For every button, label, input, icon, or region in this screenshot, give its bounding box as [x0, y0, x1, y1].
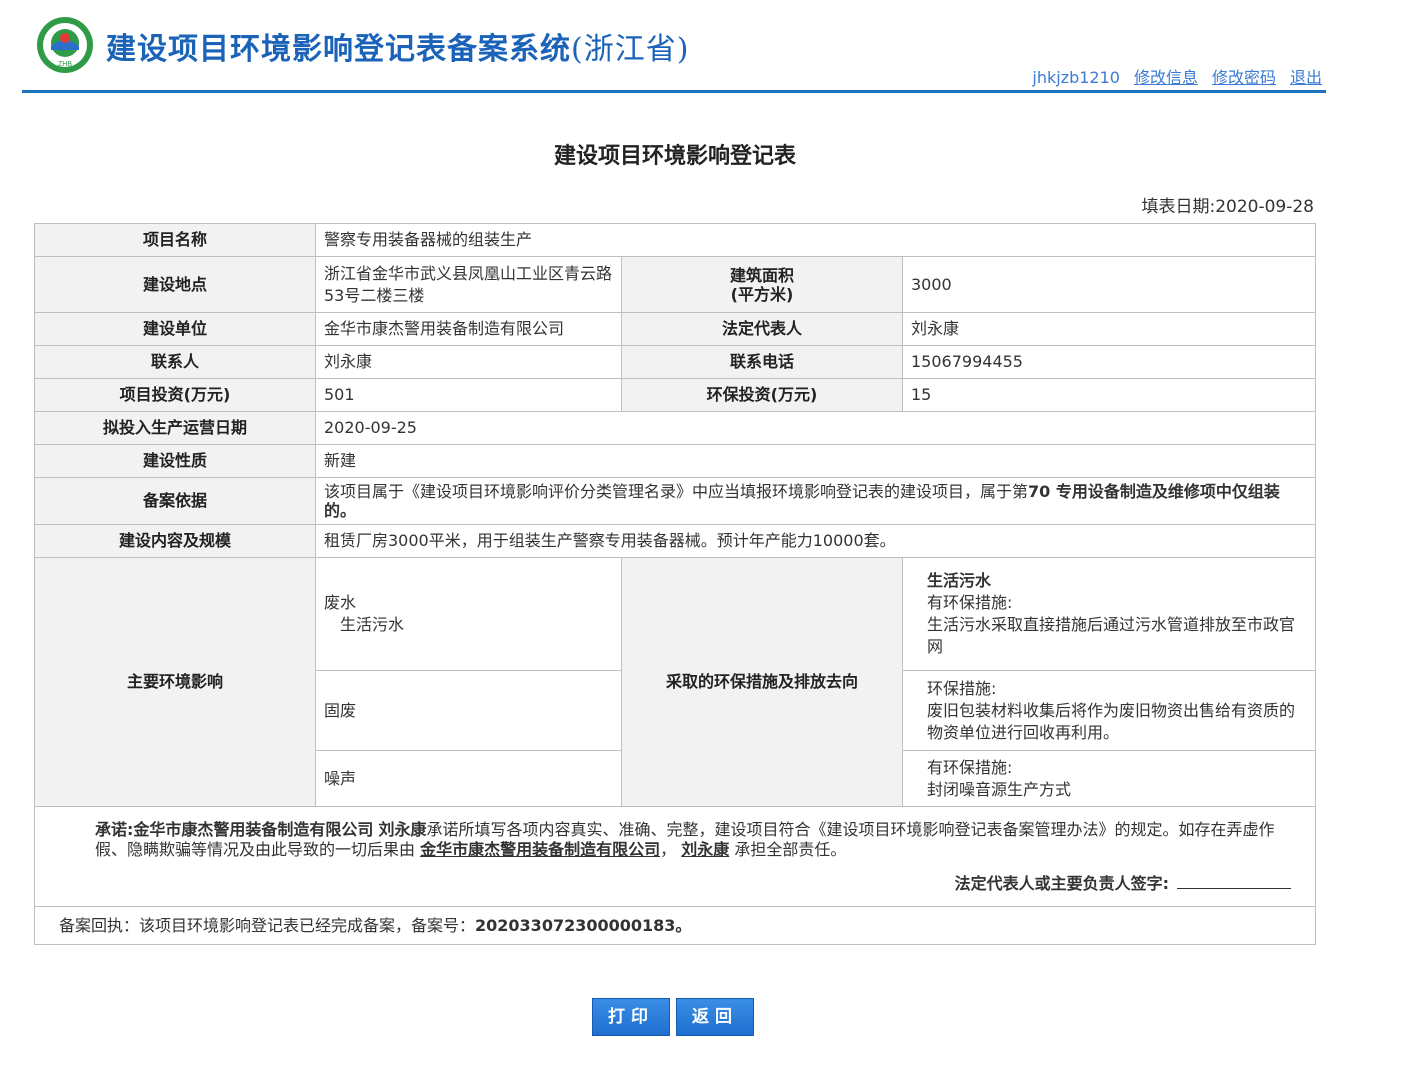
- table-row: 备案依据 该项目属于《建设项目环境影响评价分类管理名录》中应当填报环境影响登记表…: [34, 477, 1317, 525]
- system-title-province: (浙江省): [571, 32, 690, 67]
- noise-measure-cell: 有环保措施: 封闭噪音源生产方式: [901, 750, 1317, 807]
- receipt-number: 202033072300000183。: [475, 915, 692, 935]
- investment-label: 项目投资(万元): [34, 378, 316, 412]
- basis-value: 该项目属于《建设项目环境影响评价分类管理名录》中应当填报环境影响登记表的建设项目…: [314, 477, 1317, 525]
- receipt-cell: 备案回执：该项目环境影响登记表已经完成备案，备案号：20203307230000…: [33, 906, 1317, 945]
- logo-icon: ZHB: [37, 17, 93, 73]
- system-title: 建设项目环境影响登记表备案系统(浙江省): [106, 24, 689, 68]
- area-label: 建筑面积 (平方米): [621, 256, 903, 313]
- table-row: 建设地点 浙江省金华市武义县凤凰山工业区青云路53号二楼三楼 建筑面积 (平方米…: [34, 256, 1317, 313]
- table-row: 建设内容及规模 租赁厂房3000平米，用于组装生产警察专用装备器械。预计年产能力…: [34, 524, 1317, 558]
- action-buttons: 打印 返回: [592, 998, 760, 1036]
- nature-value: 新建: [314, 444, 1317, 478]
- wastewater-measure-cell: 生活污水 有环保措施: 生活污水采取直接措施后通过污水管道排放至市政官网: [901, 557, 1317, 671]
- table-row: 拟投入生产运营日期 2020-09-25: [34, 411, 1317, 445]
- solid-measure-text: 废旧包装材料收集后将作为废旧物资出售给有资质的物资单位进行回收再利用。: [927, 700, 1296, 742]
- table-row: 项目名称 警察专用装备器械的组装生产: [34, 223, 1317, 257]
- promise-person: 刘永康: [378, 819, 427, 839]
- phone-value: 15067994455: [901, 345, 1317, 379]
- fill-date-label: 填表日期:: [1141, 197, 1216, 217]
- table-row: 建设性质 新建: [34, 444, 1317, 478]
- noise-measure-head: 有环保措施:: [927, 757, 1013, 777]
- form-title: 建设项目环境影响登记表: [553, 144, 796, 169]
- legal-rep-value: 刘永康: [901, 312, 1317, 346]
- table-row: 备案回执：该项目环境影响登记表已经完成备案，备案号：20203307230000…: [33, 906, 1317, 945]
- table-row: 承诺:金华市康杰警用装备制造有限公司 刘永康承诺所填写各项内容真实、准确、完整，…: [33, 806, 1317, 907]
- print-button[interactable]: 打印: [592, 998, 670, 1036]
- promise-text: 承诺:金华市康杰警用装备制造有限公司 刘永康承诺所填写各项内容真实、准确、完整，…: [59, 820, 1291, 860]
- promise-company-underlined: 金华市康杰警用装备制造有限公司: [420, 839, 661, 859]
- promise-sep: ，: [660, 839, 677, 859]
- fill-date: 填表日期:2020-09-28: [1141, 192, 1314, 217]
- promise-tail: 承担全部责任。: [734, 839, 847, 859]
- env-investment-value: 15: [901, 378, 1317, 412]
- table-row: 主要环境影响 废水 生活污水 采取的环保措施及排放去向 生活污水 有环保措施: …: [34, 557, 1317, 807]
- fill-date-value: 2020-09-28: [1215, 197, 1314, 217]
- promise-label: 承诺:: [95, 819, 134, 839]
- contact-value: 刘永康: [315, 345, 622, 379]
- start-date-value: 2020-09-25: [314, 411, 1317, 445]
- wastewater-measure-text: 生活污水采取直接措施后通过污水管道排放至市政官网: [927, 615, 1296, 656]
- system-title-text: 建设项目环境影响登记表备案系统: [106, 32, 571, 67]
- registration-table: 项目名称 警察专用装备器械的组装生产 建设地点 浙江省金华市武义县凤凰山工业区青…: [33, 223, 1317, 945]
- back-button[interactable]: 返回: [676, 998, 754, 1036]
- solid-measure-head: 环保措施:: [927, 678, 997, 698]
- phone-label: 联系电话: [621, 345, 903, 379]
- logo-text: ZHB: [58, 61, 72, 68]
- page-header: ZHB 建设项目环境影响登记表备案系统(浙江省) jhkjzb1210 修改信息修…: [22, 0, 1326, 93]
- change-password-link[interactable]: 修改密码: [1212, 68, 1276, 87]
- nature-label: 建设性质: [34, 444, 316, 478]
- unit-value: 金华市康杰警用装备制造有限公司: [315, 312, 622, 346]
- promise-company: 金华市康杰警用装备制造有限公司: [133, 819, 374, 839]
- table-row: 联系人 刘永康 联系电话 15067994455: [34, 345, 1317, 379]
- basis-label: 备案依据: [34, 477, 316, 525]
- start-date-label: 拟投入生产运营日期: [34, 411, 316, 445]
- signature-blank: [1177, 874, 1292, 889]
- project-name-value: 警察专用装备器械的组装生产: [314, 223, 1317, 257]
- signature-line: 法定代表人或主要负责人签字:: [59, 873, 1292, 894]
- unit-label: 建设单位: [34, 312, 316, 346]
- receipt-label: 备案回执：该项目环境影响登记表已经完成备案，备案号：: [59, 915, 476, 935]
- env-investment-label: 环保投资(万元): [621, 378, 903, 412]
- wastewater-measure-head: 有环保措施:: [927, 593, 1013, 612]
- wastewater-sub: 生活污水: [340, 615, 405, 634]
- area-value: 3000: [901, 256, 1317, 313]
- promise-cell: 承诺:金华市康杰警用装备制造有限公司 刘永康承诺所填写各项内容真实、准确、完整，…: [33, 806, 1317, 907]
- location-value: 浙江省金华市武义县凤凰山工业区青云路53号二楼三楼: [315, 256, 622, 313]
- wastewater-title: 废水: [324, 593, 357, 612]
- contact-label: 联系人: [34, 345, 316, 379]
- legal-rep-label: 法定代表人: [621, 312, 903, 346]
- investment-value: 501: [315, 378, 622, 412]
- measures-label: 采取的环保措施及排放去向: [621, 557, 903, 807]
- user-bar: jhkjzb1210 修改信息 修改密码 退出: [1032, 64, 1322, 88]
- location-label: 建设地点: [34, 256, 316, 313]
- solid-measure-cell: 环保措施: 废旧包装材料收集后将作为废旧物资出售给有资质的物资单位进行回收再利用…: [901, 670, 1317, 751]
- promise-person-underlined: 刘永康: [681, 839, 730, 859]
- wastewater-measure-title: 生活污水: [927, 571, 992, 590]
- edit-info-link[interactable]: 修改信息: [1134, 68, 1198, 87]
- logout-link[interactable]: 退出: [1290, 68, 1322, 87]
- username-link[interactable]: jhkjzb1210: [1032, 68, 1120, 87]
- noise-measure-text: 封闭噪音源生产方式: [927, 779, 1072, 799]
- basis-prefix: 该项目属于《建设项目环境影响评价分类管理名录》中应当填报环境影响登记表的建设项目…: [324, 482, 1029, 501]
- impact-label: 主要环境影响: [34, 557, 316, 807]
- table-row: 项目投资(万元) 501 环保投资(万元) 15: [34, 378, 1317, 412]
- table-row: 建设单位 金华市康杰警用装备制造有限公司 法定代表人 刘永康: [34, 312, 1317, 346]
- noise-cell: 噪声: [315, 750, 622, 807]
- scale-value: 租赁厂房3000平米，用于组装生产警察专用装备器械。预计年产能力10000套。: [314, 524, 1317, 558]
- signature-label: 法定代表人或主要负责人签字:: [954, 873, 1170, 893]
- solid-cell: 固废: [315, 670, 622, 751]
- project-name-label: 项目名称: [34, 223, 316, 257]
- wastewater-cell: 废水 生活污水: [315, 557, 622, 671]
- scale-label: 建设内容及规模: [34, 524, 316, 558]
